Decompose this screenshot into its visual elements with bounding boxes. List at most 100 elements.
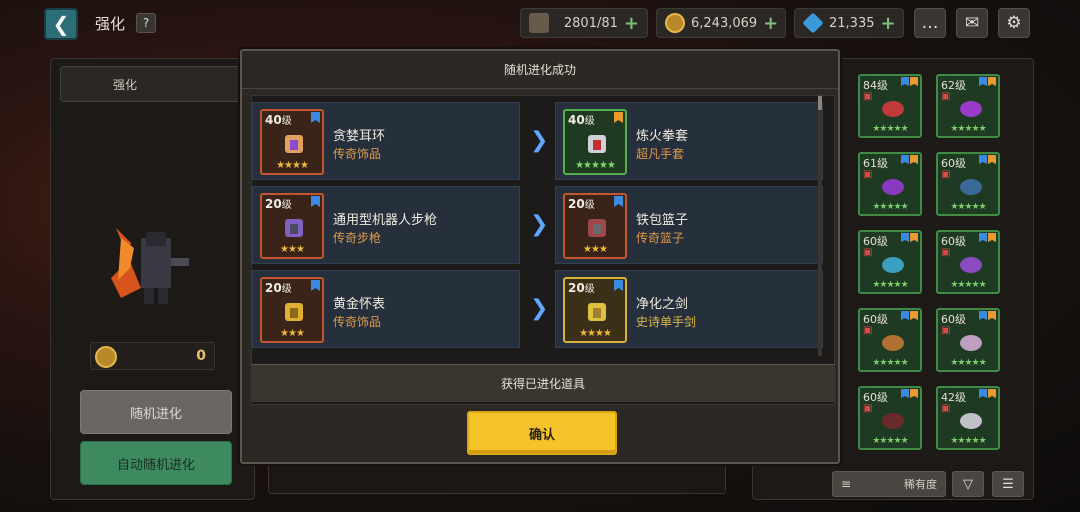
item-level-unit: 级 xyxy=(877,313,888,326)
inventory-item[interactable]: 42级 ▣ ★★★★★ xyxy=(936,386,1000,450)
lock-icon: ▣ xyxy=(863,325,873,336)
coffee-cup-icon xyxy=(529,13,549,33)
random-evolve-button[interactable]: 随机进化 xyxy=(80,390,232,434)
item-level-unit: 级 xyxy=(955,79,966,92)
item-badges xyxy=(901,389,918,398)
item-badges xyxy=(979,155,996,164)
chat-button[interactable]: … xyxy=(914,8,946,38)
evolved-item-cell[interactable]: 40级 ★★★★★ 炼火拳套 超凡手套 xyxy=(555,102,823,180)
evolve-coin-row: 0 xyxy=(90,342,215,370)
tab-enhance[interactable]: 强化 xyxy=(60,66,250,102)
item-type: 传奇饰品 xyxy=(333,315,382,329)
item-icon-box: 20级 ★★★ xyxy=(260,193,324,259)
inventory-item[interactable]: 60级 ▣ ★★★★★ xyxy=(858,230,922,294)
original-item-cell[interactable]: 20级 ★★★ 通用型机器人步枪 传奇步枪 xyxy=(252,186,520,264)
item-badges xyxy=(979,233,996,242)
original-item-cell[interactable]: 20级 ★★★ 黄金怀表传奇饰品 xyxy=(252,270,520,348)
item-sprite xyxy=(588,303,606,321)
item-level: 40级 xyxy=(568,112,595,127)
item-level-unit: 级 xyxy=(584,200,595,211)
item-level: 20级 xyxy=(265,280,292,295)
sort-order-button[interactable]: ▽ xyxy=(952,471,984,497)
filter-button[interactable]: ☰ xyxy=(992,471,1024,497)
gem-icon xyxy=(802,12,824,34)
inventory-item[interactable]: 60级 ▣ ★★★★★ xyxy=(936,230,1000,294)
bookmark-icon xyxy=(901,311,909,320)
item-name: 黄金怀表 xyxy=(333,297,386,312)
page-title: 强化 xyxy=(95,15,126,33)
chevron-right-icon: ❯ xyxy=(530,128,549,153)
mail-button[interactable]: ✉ xyxy=(956,8,988,38)
auto-random-evolve-button[interactable]: 自动随机进化 xyxy=(80,441,232,485)
item-level-unit: 级 xyxy=(877,157,888,170)
lock-icon: ▣ xyxy=(863,169,873,180)
original-item-cell[interactable]: 40级 ★★★★ 贪婪耳环 传奇饰品 xyxy=(252,102,520,180)
bookmark-icon xyxy=(311,196,320,207)
item-sprite xyxy=(882,101,904,117)
item-level-value: 20 xyxy=(265,197,282,211)
inventory-item[interactable]: 60级 ▣ ★★★★★ xyxy=(936,308,1000,372)
help-button[interactable]: ? xyxy=(136,13,156,33)
star-rating: ★★★ xyxy=(583,244,608,255)
lock-icon: ▣ xyxy=(941,169,951,180)
inventory-item[interactable]: 84级 ▣ ★★★★★ xyxy=(858,74,922,138)
bookmark-icon xyxy=(988,77,996,86)
item-badges xyxy=(979,311,996,320)
star-rating: ★★★★★ xyxy=(872,124,908,134)
bookmark-icon xyxy=(311,280,320,291)
modal-title: 随机进化成功 xyxy=(242,51,838,89)
item-level-unit: 级 xyxy=(584,284,595,295)
evolved-item-cell[interactable]: 20级 ★★★ 铁包篮子 传奇篮子 xyxy=(555,186,823,264)
chat-bubble-icon: … xyxy=(921,13,939,33)
item-level-value: 20 xyxy=(265,281,282,295)
lock-icon: ▣ xyxy=(941,91,951,102)
item-level-unit: 级 xyxy=(281,200,292,211)
item-badges xyxy=(979,77,996,86)
sort-dropdown[interactable]: ≡ 稀有度 xyxy=(832,471,946,497)
triangle-down-icon: ▽ xyxy=(963,476,973,492)
star-rating: ★★★★ xyxy=(276,160,309,171)
inventory-item[interactable]: 61级 ▣ ★★★★★ xyxy=(858,152,922,216)
star-rating: ★★★ xyxy=(280,328,305,339)
bookmark-icon xyxy=(901,155,909,164)
mail-icon: ✉ xyxy=(964,13,980,33)
item-badges xyxy=(901,233,918,242)
sort-label: 稀有度 xyxy=(904,478,937,491)
gold-currency: 6,243,069 + xyxy=(656,8,786,38)
back-button[interactable]: ❮ xyxy=(44,8,78,40)
item-name: 净化之剑 xyxy=(636,297,689,312)
gold-coin-icon xyxy=(665,13,685,33)
item-sprite xyxy=(285,219,303,237)
chevron-right-icon: ❯ xyxy=(530,212,549,237)
settings-button[interactable]: ⚙ xyxy=(998,8,1030,38)
inventory-item[interactable]: 60级 ▣ ★★★★★ xyxy=(858,308,922,372)
confirm-button[interactable]: 确认 xyxy=(467,411,617,455)
item-sprite xyxy=(882,179,904,195)
star-rating: ★★★★★ xyxy=(872,280,908,290)
bookmark-icon xyxy=(910,389,918,398)
star-rating: ★★★★★ xyxy=(872,436,908,446)
item-level: 20级 xyxy=(265,196,292,211)
item-level-value: 20 xyxy=(568,281,585,295)
bookmark-icon xyxy=(988,233,996,242)
list-scrollbar[interactable] xyxy=(818,94,822,356)
bookmark-icon xyxy=(979,389,987,398)
inventory-item[interactable]: 62级 ▣ ★★★★★ xyxy=(936,74,1000,138)
add-gold-button[interactable]: + xyxy=(763,13,778,34)
evolve-result-list[interactable]: 40级 ★★★★ 贪婪耳环 传奇饰品 40级 ★★★★★ 炼火拳套 超凡手套 ❯ 20级 ★★★ 通用… xyxy=(251,95,835,405)
bookmark-icon xyxy=(979,155,987,164)
coin-icon xyxy=(95,346,117,368)
inventory-item[interactable]: 60级 ▣ ★★★★★ xyxy=(858,386,922,450)
item-name: 通用型机器人步枪 xyxy=(333,213,438,228)
evolved-item-cell[interactable]: 20级 ★★★★ 净化之剑 史诗单手剑 xyxy=(555,270,823,348)
gold-value: 6,243,069 xyxy=(691,15,758,31)
bookmark-icon xyxy=(910,233,918,242)
item-type: 传奇步枪 xyxy=(333,231,382,245)
scrollbar-thumb[interactable] xyxy=(818,96,822,110)
item-level-unit: 级 xyxy=(955,391,966,404)
add-stamina-button[interactable]: + xyxy=(624,13,639,34)
star-rating: ★★★★★ xyxy=(872,202,908,212)
item-level-unit: 级 xyxy=(281,116,292,127)
add-gems-button[interactable]: + xyxy=(881,13,896,34)
inventory-item[interactable]: 60级 ▣ ★★★★★ xyxy=(936,152,1000,216)
